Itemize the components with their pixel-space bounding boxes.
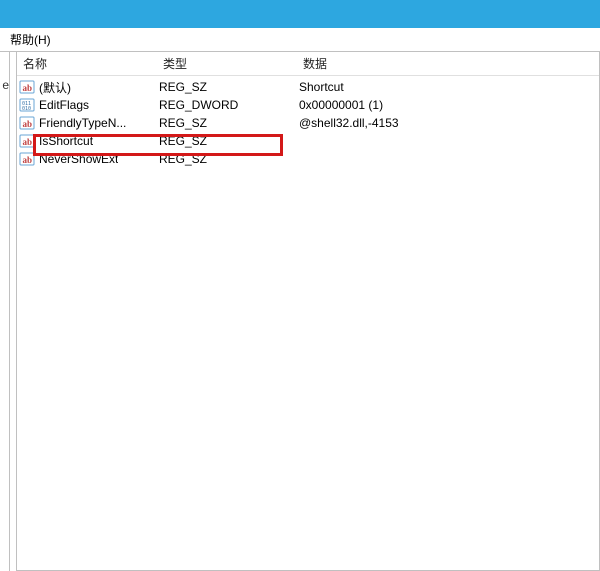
reg-string-icon: ab — [19, 115, 35, 131]
cell-name: ab (默认) — [19, 79, 159, 96]
cell-type: REG_SZ — [159, 80, 299, 94]
table-row[interactable]: ab NeverShowExt REG_SZ — [17, 150, 599, 168]
column-header-name[interactable]: 名称 — [17, 52, 157, 76]
table-row[interactable]: 011010 EditFlags REG_DWORD0x00000001 (1) — [17, 96, 599, 114]
svg-text:ab: ab — [23, 83, 33, 93]
value-name: FriendlyTypeN... — [39, 116, 126, 130]
cell-type: REG_DWORD — [159, 98, 299, 112]
window-title-bar — [0, 0, 600, 28]
column-header-type[interactable]: 类型 — [157, 52, 297, 76]
menu-bar: 帮助(H) — [0, 28, 600, 52]
reg-binary-icon: 011010 — [19, 97, 35, 113]
cell-data: 0x00000001 (1) — [299, 98, 599, 112]
svg-text:010: 010 — [22, 106, 31, 112]
tree-pane-fragment: e — [0, 52, 10, 571]
reg-string-icon: ab — [19, 133, 35, 149]
cell-name: ab FriendlyTypeN... — [19, 115, 159, 131]
table-row[interactable]: ab (默认) REG_SZShortcut — [17, 78, 599, 96]
table-row[interactable]: ab IsShortcut REG_SZ — [17, 132, 599, 150]
content-area: e 名称 类型 数据 ab(默认)REG_SZShortcut011010Edi… — [0, 52, 600, 571]
svg-text:ab: ab — [23, 119, 33, 129]
table-row[interactable]: ab FriendlyTypeN... REG_SZ@shell32.dll,-41… — [17, 114, 599, 132]
value-name: IsShortcut — [39, 134, 93, 148]
svg-text:ab: ab — [23, 155, 33, 165]
list-header: 名称 类型 数据 — [17, 52, 599, 76]
cell-type: REG_SZ — [159, 152, 299, 166]
value-name: EditFlags — [39, 98, 89, 112]
tree-node-label-fragment: e — [2, 76, 9, 94]
svg-text:ab: ab — [23, 137, 33, 147]
values-pane: 名称 类型 数据 ab(默认)REG_SZShortcut011010EditF… — [16, 52, 600, 571]
value-name: (默认) — [39, 79, 71, 96]
rows-container: ab(默认)REG_SZShortcut011010EditFlagsREG_D… — [17, 76, 599, 168]
cell-type: REG_SZ — [159, 134, 299, 148]
cell-type: REG_SZ — [159, 116, 299, 130]
column-header-data[interactable]: 数据 — [297, 52, 599, 76]
cell-data: @shell32.dll,-4153 — [299, 116, 599, 130]
value-name: NeverShowExt — [39, 152, 118, 166]
cell-name: ab NeverShowExt — [19, 151, 159, 167]
cell-name: ab IsShortcut — [19, 133, 159, 149]
reg-string-icon: ab — [19, 151, 35, 167]
cell-name: 011010 EditFlags — [19, 97, 159, 113]
menu-help[interactable]: 帮助(H) — [4, 29, 57, 50]
reg-string-icon: ab — [19, 79, 35, 95]
cell-data: Shortcut — [299, 80, 599, 94]
